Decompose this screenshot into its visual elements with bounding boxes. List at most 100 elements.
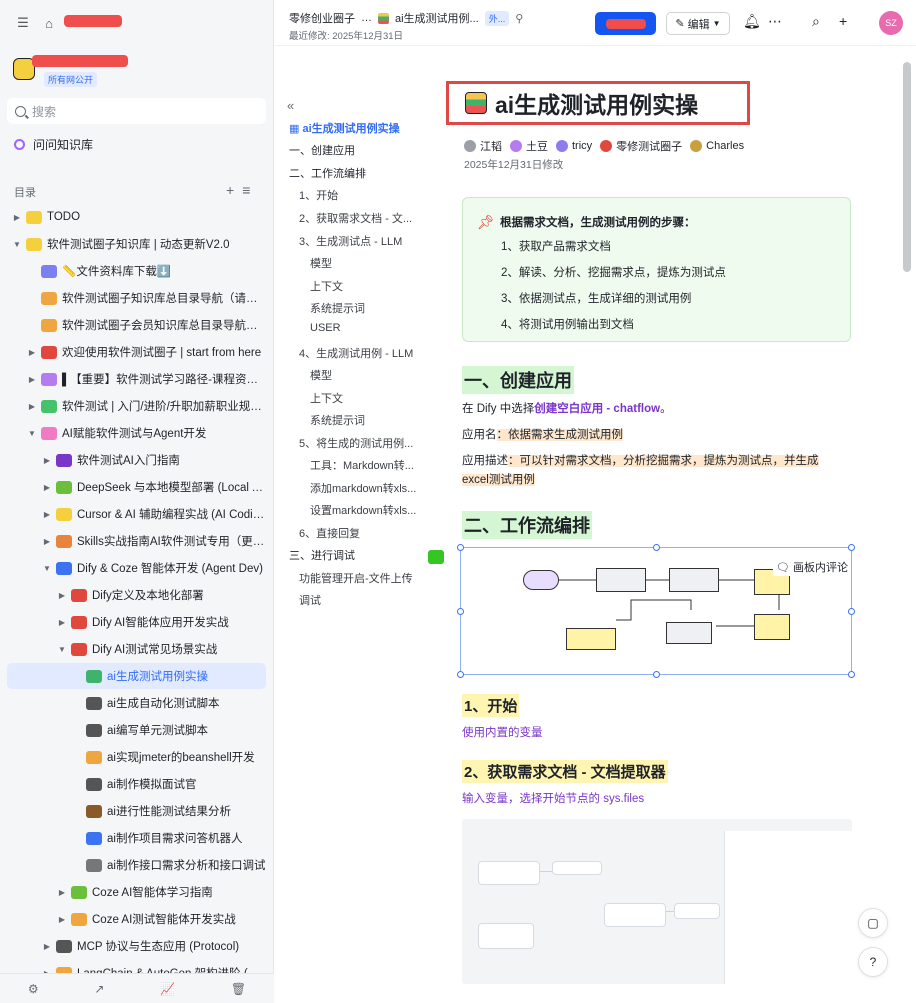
more-icon[interactable]: ⋯ xyxy=(768,13,782,30)
chevron-right-icon[interactable]: ▶ xyxy=(41,483,53,492)
embedded-screenshot[interactable] xyxy=(462,819,852,984)
resize-handle[interactable] xyxy=(457,671,464,678)
tree-item[interactable]: 软件测试圈子知识库总目录导航（请收藏... xyxy=(7,285,266,311)
resize-handle[interactable] xyxy=(848,608,855,615)
outline-item[interactable]: 3、生成测试点 - LLM xyxy=(299,233,402,249)
outline-item[interactable]: 系统提示词 xyxy=(310,412,365,428)
tree-item[interactable]: ▼ 软件测试圈子知识库 | 动态更新V2.0 xyxy=(7,231,266,257)
outline-item[interactable]: 添加markdown转xls... xyxy=(310,480,416,496)
help-button[interactable]: ? xyxy=(858,947,888,977)
tree-item[interactable]: ▶ 欢迎使用软件测试圈子 | start from here xyxy=(7,339,266,365)
outline-item[interactable]: 系统提示词 xyxy=(310,300,365,316)
outline-item[interactable]: 4、生成测试用例 - LLM xyxy=(299,345,413,361)
user-avatar[interactable]: SZ xyxy=(879,11,903,35)
chevron-right-icon[interactable]: ▶ xyxy=(26,375,38,384)
author[interactable]: Charles xyxy=(690,140,744,152)
author[interactable]: 江韬 xyxy=(464,138,502,154)
ask-knowledge-base[interactable]: 问问知识库 xyxy=(14,136,93,153)
outline-item[interactable]: 设置markdown转xls... xyxy=(310,502,416,518)
chevron-right-icon[interactable]: ▶ xyxy=(41,510,53,519)
tree-item[interactable]: ▶ DeepSeek 与本地模型部署 (Local AI) xyxy=(7,474,266,500)
chevron-down-icon[interactable]: ▼ xyxy=(11,240,23,249)
tree-item[interactable]: ▶ Coze AI智能体学习指南 xyxy=(7,879,266,905)
outline-item[interactable]: 一、创建应用 xyxy=(289,142,355,158)
search-input[interactable]: 搜索 xyxy=(7,98,266,124)
outline-item[interactable]: 三、进行调试 xyxy=(289,547,355,563)
resize-handle[interactable] xyxy=(848,544,855,551)
outline-item[interactable]: 5、将生成的测试用例... xyxy=(299,435,413,451)
add-doc-icon[interactable]: + xyxy=(226,182,242,198)
tree-item[interactable]: ▶ Skills实战指南AI软件测试专用（更新中） xyxy=(7,528,266,554)
tree-item[interactable]: ai实现jmeter的beanshell开发 xyxy=(7,744,266,770)
tree-item[interactable]: 软件测试圈子会员知识库总目录导航（请... xyxy=(7,312,266,338)
tree-item[interactable]: ai制作项目需求问答机器人 xyxy=(7,825,266,851)
home-icon[interactable]: ⌂ xyxy=(40,14,58,32)
chevron-right-icon[interactable]: ▶ xyxy=(56,591,68,600)
collapse-outline-icon[interactable]: « xyxy=(287,98,294,113)
toc-list-icon[interactable]: ≡ xyxy=(242,182,258,198)
outline-item[interactable]: 上下文 xyxy=(310,390,343,406)
outline-item[interactable]: 上下文 xyxy=(310,278,343,294)
tree-item[interactable]: ▶ 软件测试 | 入门/进阶/升职加薪职业规划（... xyxy=(7,393,266,419)
chevron-right-icon[interactable]: ▶ xyxy=(26,348,38,357)
outline-item[interactable]: ▦ ai生成测试用例实操 xyxy=(289,120,400,136)
chevron-down-icon[interactable]: ▼ xyxy=(41,564,53,573)
resize-handle[interactable] xyxy=(457,544,464,551)
tree-item[interactable]: ▶ 软件测试AI入门指南 xyxy=(7,447,266,473)
chevron-right-icon[interactable]: ▶ xyxy=(26,402,38,411)
tree-item[interactable]: ▶ Dify AI智能体应用开发实战 xyxy=(7,609,266,635)
chevron-right-icon[interactable]: ▶ xyxy=(56,888,68,897)
author[interactable]: tricy xyxy=(556,140,592,152)
resize-handle[interactable] xyxy=(848,671,855,678)
resize-handle[interactable] xyxy=(457,608,464,615)
chevron-right-icon[interactable]: ▶ xyxy=(56,618,68,627)
chevron-down-icon[interactable]: ▼ xyxy=(26,429,38,438)
outline-item[interactable]: 功能管理开启-文件上传 xyxy=(299,570,413,586)
add-icon[interactable]: + xyxy=(839,13,847,29)
tree-item[interactable]: ai生成测试用例实操 xyxy=(7,663,266,689)
settings-icon[interactable]: ⚙ xyxy=(28,982,39,996)
share-button[interactable] xyxy=(595,12,656,35)
outline-item[interactable]: 2、获取需求文档 - 文... xyxy=(299,210,412,226)
outline-item[interactable]: 二、工作流编排 xyxy=(289,165,366,181)
chevron-right-icon[interactable]: ▶ xyxy=(56,915,68,924)
tree-item[interactable]: ai生成自动化测试脚本 xyxy=(7,690,266,716)
comment-block-icon[interactable] xyxy=(428,550,444,564)
doc-tools-button[interactable]: ▢ xyxy=(858,908,888,938)
whiteboard-comment-button[interactable]: 🗨︎ 画板内评论 xyxy=(773,558,852,576)
tree-item[interactable]: ai制作接口需求分析和接口调试 xyxy=(7,852,266,878)
share-out-icon[interactable]: ↗ xyxy=(94,982,104,996)
edit-button[interactable]: ✎ 编辑 ▼ xyxy=(666,12,730,35)
tree-item[interactable]: ▼ Dify & Coze 智能体开发 (Agent Dev) xyxy=(7,555,266,581)
bell-icon[interactable]: 🔔︎ xyxy=(743,13,761,30)
resize-handle[interactable] xyxy=(653,544,660,551)
chevron-right-icon[interactable]: ▶ xyxy=(41,537,53,546)
author[interactable]: 零修测试圈子 xyxy=(600,138,682,154)
resize-handle[interactable] xyxy=(653,671,660,678)
outline-item[interactable]: 工具：Markdown转... xyxy=(310,457,414,473)
trash-icon[interactable]: 🗑 xyxy=(231,982,246,996)
search-icon[interactable]: ⌕ xyxy=(812,13,820,30)
tree-item[interactable]: ▶ Cursor & AI 辅助编程实战 (AI Coding) xyxy=(7,501,266,527)
chevron-right-icon[interactable]: ▶ xyxy=(11,213,23,222)
tree-item[interactable]: ▶ Coze AI测试智能体开发实战 xyxy=(7,906,266,932)
tree-item[interactable]: ▼ Dify AI测试常见场景实战 xyxy=(7,636,266,662)
tree-item[interactable]: ▶ ▌【重要】软件测试学习路径-课程资源下载 xyxy=(7,366,266,392)
breadcrumb-more[interactable]: … xyxy=(361,12,372,24)
author[interactable]: 土豆 xyxy=(510,138,548,154)
breadcrumb-doc[interactable]: ai生成测试用例... xyxy=(395,10,479,26)
tree-item[interactable]: ▶ MCP 协议与生态应用 (Protocol) xyxy=(7,933,266,959)
stats-icon[interactable]: 📈 xyxy=(160,982,175,996)
chevron-right-icon[interactable]: ▶ xyxy=(41,942,53,951)
collapse-sidebar-icon[interactable]: ☰ xyxy=(14,14,32,32)
breadcrumb-root[interactable]: 零修创业圈子 xyxy=(289,10,355,26)
outline-item[interactable]: USER xyxy=(310,322,341,334)
tree-item[interactable]: ai制作模拟面试官 xyxy=(7,771,266,797)
tree-item[interactable]: ai进行性能测试结果分析 xyxy=(7,798,266,824)
tree-item[interactable]: ▶ TODO xyxy=(7,204,266,230)
outline-item[interactable]: 调试 xyxy=(299,592,321,608)
outline-item[interactable]: 模型 xyxy=(310,255,332,271)
outline-item[interactable]: 模型 xyxy=(310,367,332,383)
pin-icon[interactable]: ⚲ xyxy=(515,12,523,25)
tree-item[interactable]: ▶ Dify定义及本地化部署 xyxy=(7,582,266,608)
